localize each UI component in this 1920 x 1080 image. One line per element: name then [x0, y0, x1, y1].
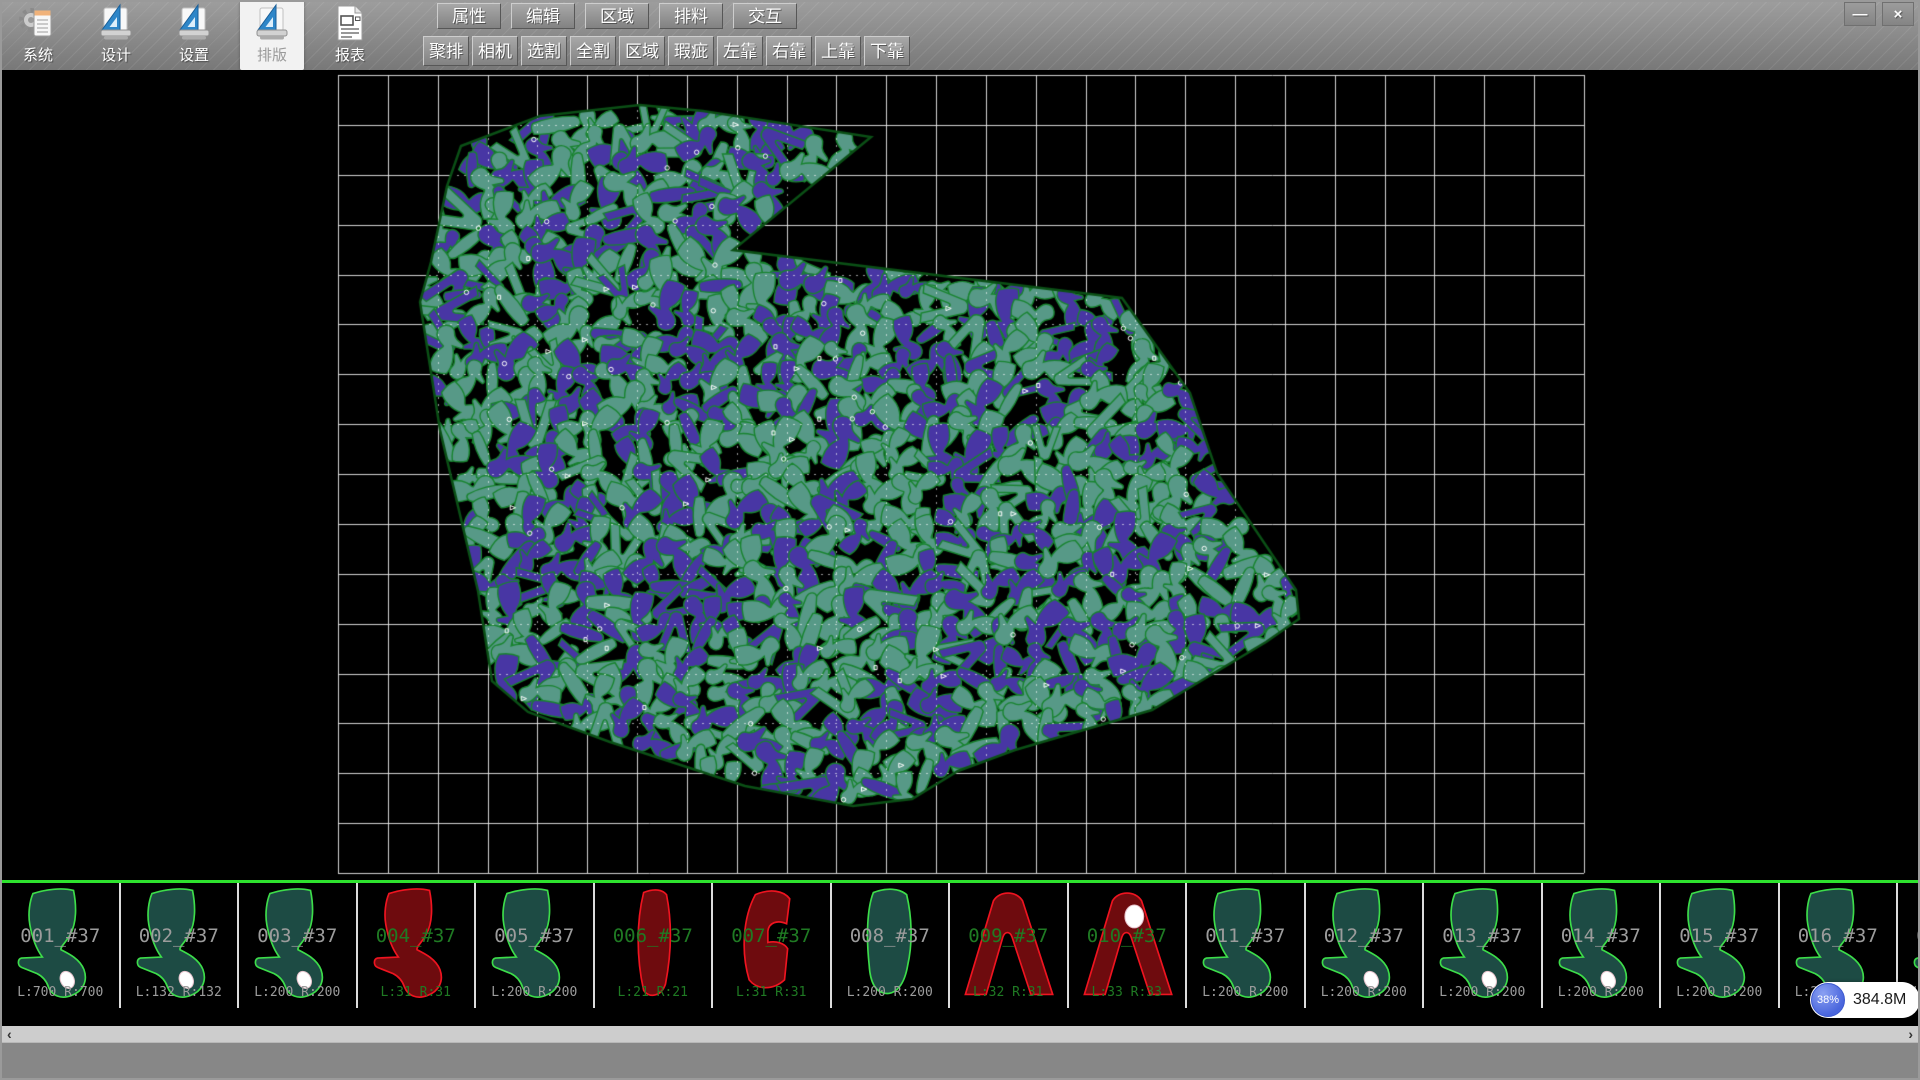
piece-thumbnail[interactable]: 011_#37 L:200 R:200	[1187, 883, 1306, 1008]
status-bar	[2, 1042, 1918, 1079]
mode-button-label: 设计	[101, 46, 131, 66]
piece-name-label: 013_#37	[1424, 925, 1541, 947]
piece-thumbnail[interactable]: 005_#37 L:200 R:200	[476, 883, 595, 1008]
piece-name-label: 001_#37	[2, 925, 119, 947]
menu-button[interactable]: 属性	[437, 3, 501, 29]
menu-button[interactable]: 交互	[733, 3, 797, 29]
piece-thumbnail[interactable]: 004_#37 L:31 R:31	[358, 883, 477, 1008]
piece-thumbnail[interactable]: 012_#37 L:200 R:200	[1306, 883, 1425, 1008]
mode-button[interactable]: 排版	[240, 0, 304, 70]
mode-button[interactable]: 系统	[6, 0, 70, 70]
piece-lr-count-label: L:200 R:200	[1187, 985, 1304, 1000]
piece-thumbnail[interactable]: 014_#37 L:200 R:200	[1543, 883, 1662, 1008]
piece-lr-count-label: L:31 R:31	[358, 985, 475, 1000]
action-button[interactable]: 瑕疵	[668, 36, 714, 66]
action-button[interactable]: 区域	[619, 36, 665, 66]
mode-button[interactable]: 设置	[162, 0, 226, 70]
report-icon	[328, 0, 372, 46]
scroll-left-arrow-icon[interactable]: ‹	[7, 1026, 12, 1042]
piece-thumbnail[interactable]: 002_#37 L:132 R:132	[121, 883, 240, 1008]
action-bar: 聚排相机选割全割区域瑕疵左靠右靠上靠下靠	[423, 36, 910, 66]
piece-thumbnail[interactable]: 007_#37 L:31 R:31	[713, 883, 832, 1008]
piece-filmstrip: 001_#37L:700 R:700002_#37L:132 R:132003_…	[0, 880, 1920, 1010]
piece-lr-count-label: L:21 R:21	[595, 985, 712, 1000]
action-button[interactable]: 全割	[570, 36, 616, 66]
piece-name-label: 016_#37	[1780, 925, 1897, 947]
action-button[interactable]: 选割	[521, 36, 567, 66]
piece-lr-count-label: L:700 R:700	[2, 985, 119, 1000]
piece-thumbnail[interactable]: 003_#37 L:200 R:200	[239, 883, 358, 1008]
piece-thumbnail[interactable]: 013_#37 L:200 R:200	[1424, 883, 1543, 1008]
piece-name-label: 006_#37	[595, 925, 712, 947]
menu-bar: 属性编辑区域排料交互	[437, 3, 797, 29]
nesting-canvas[interactable]	[0, 70, 1920, 880]
mode-button[interactable]: 报表	[318, 0, 382, 70]
mode-button-label: 报表	[335, 46, 365, 66]
menu-button[interactable]: 编辑	[511, 3, 575, 29]
piece-name-label: 003_#37	[239, 925, 356, 947]
piece-lr-count-label: L:33 R:33	[1069, 985, 1186, 1000]
piece-lr-count-label: L:200 R:200	[1424, 985, 1541, 1000]
piece-name-label: 008_#37	[832, 925, 949, 947]
action-button[interactable]: 左靠	[717, 36, 763, 66]
piece-name-label: 009_#37	[950, 925, 1067, 947]
piece-lr-count-label: L:200 R:200	[476, 985, 593, 1000]
piece-lr-count-label: L:200 R:200	[1543, 985, 1660, 1000]
action-button[interactable]: 右靠	[766, 36, 812, 66]
piece-lr-count-label: L:31 R:31	[713, 985, 830, 1000]
piece-lr-count-label: L:32 R:31	[950, 985, 1067, 1000]
piece-thumbnail[interactable]: 015_#37 L:200 R:200	[1661, 883, 1780, 1008]
piece-name-label: 002_#37	[121, 925, 238, 947]
system-icon	[16, 0, 60, 46]
action-button[interactable]: 上靠	[815, 36, 861, 66]
mode-button[interactable]: 设计	[84, 0, 148, 70]
piece-name-label: 004_#37	[358, 925, 475, 947]
piece-name-label: 007_#37	[713, 925, 830, 947]
mode-button-label: 排版	[257, 46, 287, 66]
menu-button[interactable]: 区域	[585, 3, 649, 29]
piece-lr-count-label: L:132 R:132	[121, 985, 238, 1000]
piece-lr-count-label: L:200 R:200	[239, 985, 356, 1000]
memory-badge[interactable]: 38% 384.8M	[1810, 982, 1920, 1018]
piece-name-label: 014_#37	[1543, 925, 1660, 947]
memory-value: 384.8M	[1853, 991, 1906, 1009]
ruler-icon	[172, 0, 216, 46]
piece-name-label: 017_#37	[1898, 925, 1920, 947]
mode-button-label: 设置	[179, 46, 209, 66]
main-toolbar: 系统设计设置排版报表 属性编辑区域排料交互 聚排相机选割全割区域瑕疵左靠右靠上靠…	[0, 0, 1920, 70]
memory-percent-circle: 38%	[1811, 983, 1845, 1017]
ruler-icon	[250, 0, 294, 46]
menu-button[interactable]: 排料	[659, 3, 723, 29]
mode-button-label: 系统	[23, 46, 53, 66]
piece-name-label: 011_#37	[1187, 925, 1304, 947]
action-button[interactable]: 相机	[472, 36, 518, 66]
action-button[interactable]: 下靠	[864, 36, 910, 66]
piece-lr-count-label: L:200 R:200	[1306, 985, 1423, 1000]
horizontal-scrollbar[interactable]: ‹ ›	[2, 1026, 1918, 1042]
piece-thumbnail[interactable]: 008_#37 L:200 R:200	[832, 883, 951, 1008]
piece-name-label: 012_#37	[1306, 925, 1423, 947]
ruler-icon	[94, 0, 138, 46]
piece-thumbnail[interactable]: 010_#37 L:33 R:33	[1069, 883, 1188, 1008]
scroll-right-arrow-icon[interactable]: ›	[1908, 1026, 1913, 1042]
piece-name-label: 005_#37	[476, 925, 593, 947]
mode-buttons: 系统 设计 设置 排版 报表	[6, 0, 382, 70]
piece-name-label: 010_#37	[1069, 925, 1186, 947]
piece-thumbnail[interactable]: 009_#37 L:32 R:31	[950, 883, 1069, 1008]
window-controls: — ×	[1844, 2, 1914, 26]
piece-lr-count-label: L:200 R:200	[832, 985, 949, 1000]
action-button[interactable]: 聚排	[423, 36, 469, 66]
filmstrip-cells: 001_#37L:700 R:700002_#37L:132 R:132003_…	[0, 883, 1920, 1009]
piece-thumbnail[interactable]: 006_#37 L:21 R:21	[595, 883, 714, 1008]
piece-thumbnail[interactable]: 001_#37 L:700 R:700	[0, 883, 121, 1008]
piece-name-label: 015_#37	[1661, 925, 1778, 947]
piece-lr-count-label: L:200 R:200	[1661, 985, 1778, 1000]
minimize-button[interactable]: —	[1844, 2, 1876, 26]
close-button[interactable]: ×	[1882, 2, 1914, 26]
